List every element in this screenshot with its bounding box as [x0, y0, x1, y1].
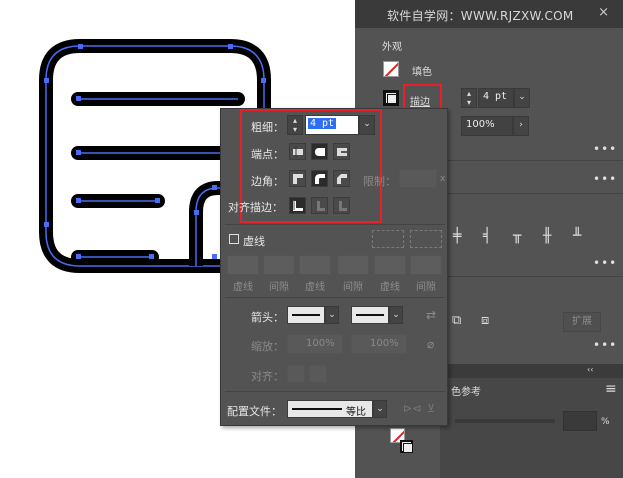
- arrowhead-label: 箭头：: [251, 311, 284, 324]
- dash-align-icon[interactable]: [410, 230, 442, 248]
- weight-dropdown[interactable]: ⌄: [359, 115, 375, 135]
- stroke-weight-field[interactable]: 4 pt: [478, 88, 514, 108]
- dash-field-2[interactable]: [299, 255, 331, 275]
- stroke-weight-dropdown[interactable]: ⌄: [514, 88, 530, 108]
- dash-preserve-icon[interactable]: [372, 230, 404, 248]
- weight-field[interactable]: 4 pt: [305, 115, 359, 135]
- pathfinder-icon[interactable]: ⧉: [452, 314, 461, 328]
- miter-join-button[interactable]: [289, 170, 306, 187]
- opacity-expand-button[interactable]: ›: [513, 116, 529, 136]
- start-scale-field[interactable]: 100%: [287, 334, 343, 354]
- gap-field-3[interactable]: [410, 255, 442, 275]
- gap-header: 间隙: [416, 282, 436, 293]
- percent-label: %: [601, 417, 610, 427]
- align-stroke-label: 对齐描边：: [228, 201, 283, 214]
- link-scale-icon[interactable]: ⌀: [427, 337, 434, 351]
- butt-cap-button[interactable]: [289, 143, 306, 160]
- align-right-icon[interactable]: ╡: [483, 229, 491, 243]
- projecting-cap-button[interactable]: [333, 143, 350, 160]
- panel-dock-bar: [440, 364, 623, 378]
- width-profile-dropdown[interactable]: ⌄: [373, 400, 387, 418]
- end-arrowhead-select[interactable]: [351, 306, 389, 324]
- scale-label: 缩放：: [251, 340, 284, 353]
- collapse-icon[interactable]: ‹‹: [587, 365, 593, 374]
- dash-field-1[interactable]: [227, 255, 259, 275]
- align-center-icon[interactable]: ╪: [453, 229, 461, 243]
- dashed-label: 虚线: [243, 235, 265, 248]
- close-icon[interactable]: ×: [598, 5, 609, 20]
- dash-field-3[interactable]: [374, 255, 406, 275]
- end-scale-field[interactable]: 100%: [351, 334, 407, 354]
- watermark-text: 软件自学网：WWW.RJZXW.COM: [387, 9, 574, 23]
- stroke-mini-swatch[interactable]: [400, 440, 413, 453]
- arrow-tip-beyond-button[interactable]: [287, 365, 305, 383]
- arrow-align-label: 对齐：: [251, 370, 284, 383]
- gap-field-1[interactable]: [263, 255, 295, 275]
- more-options-icon[interactable]: •••: [593, 172, 617, 186]
- bevel-join-button[interactable]: [333, 170, 350, 187]
- color-guide-tab[interactable]: 色参考: [451, 383, 481, 398]
- gap-header: 间隙: [269, 282, 289, 293]
- pathfinder-minus-icon[interactable]: ⧈: [481, 314, 489, 328]
- align-middle-icon[interactable]: ╫: [543, 229, 551, 243]
- gap-header: 间隙: [343, 282, 363, 293]
- width-profile-select[interactable]: 等比: [287, 400, 373, 418]
- weight-label: 粗细：: [251, 121, 284, 134]
- color-slider[interactable]: [455, 419, 555, 423]
- weight-stepper[interactable]: ▴ ▾: [287, 115, 303, 135]
- stroke-weight-stepper[interactable]: ▴ ▾: [461, 88, 477, 108]
- flip-vertical-icon[interactable]: ⊻: [427, 402, 435, 416]
- arrow-tip-at-end-button[interactable]: [309, 365, 327, 383]
- miter-limit-label: 限制：: [363, 175, 396, 188]
- align-stroke-outside-button[interactable]: [333, 197, 350, 214]
- corner-label: 边角：: [251, 175, 284, 188]
- stroke-swatch[interactable]: [383, 90, 399, 106]
- swap-arrowheads-icon[interactable]: ⇄: [426, 308, 436, 322]
- flip-horizontal-icon[interactable]: ⊳⊲: [403, 402, 421, 416]
- appearance-section-title: 外观: [382, 42, 402, 53]
- miter-limit-field[interactable]: [399, 169, 437, 188]
- align-stroke-inside-button[interactable]: [311, 197, 328, 214]
- fill-swatch[interactable]: [383, 61, 399, 77]
- start-arrowhead-dropdown[interactable]: ⌄: [325, 306, 339, 324]
- more-options-icon[interactable]: •••: [593, 256, 617, 270]
- dashed-checkbox[interactable]: [229, 234, 239, 244]
- round-join-button[interactable]: [311, 170, 328, 187]
- weight-value-selected: 4 pt: [308, 118, 337, 129]
- more-options-icon[interactable]: •••: [593, 142, 617, 156]
- cap-label: 端点：: [251, 148, 284, 161]
- round-cap-button[interactable]: [311, 143, 328, 160]
- miter-limit-unit: x: [440, 174, 446, 184]
- expand-button[interactable]: 扩展: [563, 312, 601, 332]
- dash-header: 虚线: [305, 282, 325, 293]
- panel-menu-icon[interactable]: ≡: [605, 381, 617, 397]
- align-top-icon[interactable]: ╥: [513, 229, 521, 243]
- dash-header: 虚线: [380, 282, 400, 293]
- end-arrowhead-dropdown[interactable]: ⌄: [389, 306, 403, 324]
- stroke-options-popup: 粗细： ▴ ▾ 4 pt ⌄ 端点： 边角： 限制： x 对齐描边： 虚线 虚线 …: [220, 108, 448, 426]
- start-arrowhead-select[interactable]: [287, 306, 325, 324]
- fill-label: 填色: [412, 67, 432, 78]
- color-value-field[interactable]: [563, 411, 597, 431]
- align-bottom-icon[interactable]: ╨: [573, 229, 581, 243]
- profile-label: 配置文件：: [227, 405, 282, 418]
- align-stroke-center-button[interactable]: [289, 197, 306, 214]
- profile-value: 等比: [346, 407, 366, 418]
- opacity-field[interactable]: 100%: [461, 116, 513, 136]
- gap-field-2[interactable]: [337, 255, 369, 275]
- dash-header: 虚线: [233, 282, 253, 293]
- more-options-icon[interactable]: •••: [593, 338, 617, 352]
